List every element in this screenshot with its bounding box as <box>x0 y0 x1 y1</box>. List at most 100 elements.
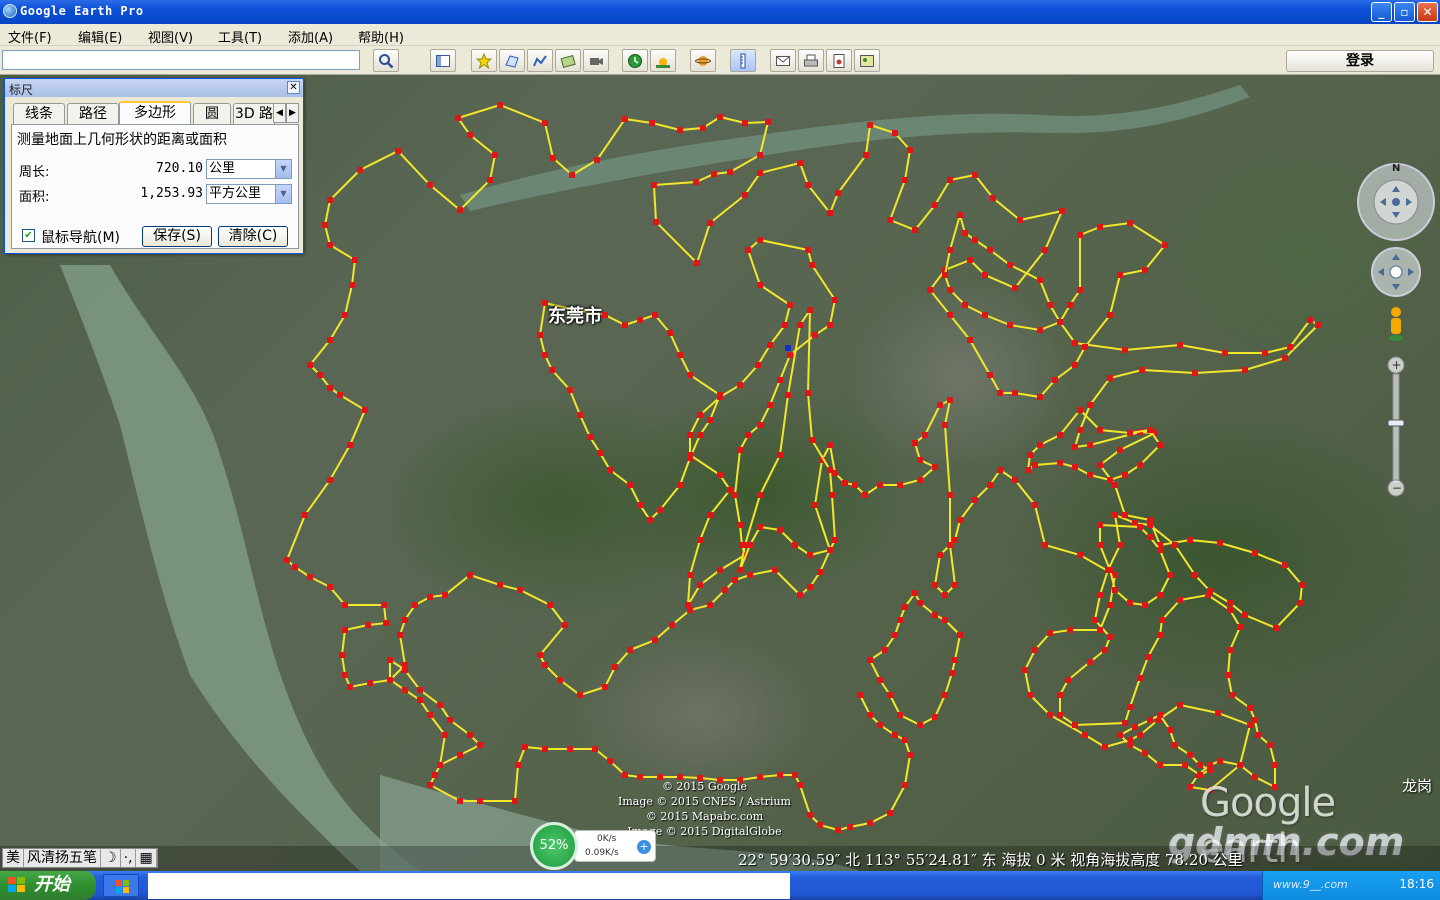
polygon-vertex[interactable] <box>327 242 333 248</box>
polygon-vertex[interactable] <box>694 260 700 266</box>
polygon-vertex[interactable] <box>700 125 706 131</box>
polygon-vertex[interactable] <box>1037 327 1043 333</box>
polygon-vertex[interactable] <box>522 744 528 750</box>
polygon-vertex[interactable] <box>594 157 600 163</box>
polygon-vertex[interactable] <box>877 722 883 728</box>
polygon-vertex[interactable] <box>982 312 988 318</box>
polygon-vertex[interactable] <box>902 177 908 183</box>
polygon-vertex[interactable] <box>722 587 728 593</box>
polygon-vertex[interactable] <box>1297 600 1303 606</box>
polygon-vertex[interactable] <box>887 217 893 223</box>
ruler-dialog-header[interactable]: 标尺 ✕ <box>5 79 303 97</box>
city-label-dongguan[interactable]: 东莞市 <box>548 302 602 328</box>
polygon-vertex[interactable] <box>1057 692 1063 698</box>
polygon-vertex[interactable] <box>797 782 803 788</box>
ime-lang[interactable]: 美 <box>3 849 24 867</box>
polygon-vertex[interactable] <box>669 622 675 628</box>
polygon-vertex[interactable] <box>1122 720 1128 726</box>
view-in-maps-button[interactable] <box>854 49 880 72</box>
polygon-vertex[interactable] <box>347 442 353 448</box>
polygon-vertex[interactable] <box>862 492 868 498</box>
polygon-vertex[interactable] <box>367 680 373 686</box>
ruler-close-button[interactable]: ✕ <box>287 81 300 94</box>
polygon-vertex[interactable] <box>412 602 418 608</box>
polygon-vertex[interactable] <box>797 322 803 328</box>
tab-scroll-left-icon[interactable]: ◀ <box>273 103 286 123</box>
tab-circle[interactable]: 圆 <box>193 103 231 124</box>
polygon-vertex[interactable] <box>677 482 683 488</box>
polygon-vertex[interactable] <box>1139 367 1145 373</box>
polygon-vertex[interactable] <box>347 684 353 690</box>
polygon-vertex[interactable] <box>1107 477 1113 483</box>
mouse-nav-label[interactable]: 鼠标导航(M) <box>41 227 120 247</box>
polygon-vertex[interactable] <box>1237 624 1243 630</box>
polygon-vertex[interactable] <box>652 312 658 318</box>
polygon-vertex[interactable] <box>717 472 723 478</box>
polygon-vertex[interactable] <box>637 502 643 508</box>
taskbar-app-google-earth[interactable] <box>103 874 139 897</box>
network-speed-widget[interactable]: 0K/s 0.09K/s + 52% <box>530 822 656 870</box>
polygon-vertex[interactable] <box>627 647 633 653</box>
polygon-vertex[interactable] <box>622 322 628 328</box>
polygon-vertex[interactable] <box>897 617 903 623</box>
move-joystick[interactable] <box>1371 247 1421 297</box>
polygon-vertex[interactable] <box>1187 537 1193 543</box>
polygon-vertex[interactable] <box>987 247 993 253</box>
polygon-vertex[interactable] <box>847 824 853 830</box>
polygon-vertex[interactable] <box>497 582 503 588</box>
polygon-vertex[interactable] <box>597 450 603 456</box>
polygon-vertex[interactable] <box>757 282 763 288</box>
polygon-vertex[interactable] <box>693 179 699 185</box>
polygon-vertex[interactable] <box>1142 267 1148 273</box>
polygon-vertex[interactable] <box>1087 472 1093 478</box>
tab-3d-path[interactable]: 3D 路 <box>233 103 275 124</box>
polygon-vertex[interactable] <box>302 512 308 518</box>
polygon-vertex[interactable] <box>1077 552 1083 558</box>
polygon-vertex[interactable] <box>1097 627 1103 633</box>
polygon-vertex[interactable] <box>947 312 953 318</box>
polygon-vertex[interactable] <box>557 677 563 683</box>
polygon-vertex[interactable] <box>1117 542 1123 548</box>
polygon-vertex[interactable] <box>962 230 968 236</box>
polygon-vertex[interactable] <box>1187 784 1193 790</box>
polygon-vertex[interactable] <box>1192 370 1198 376</box>
polygon-vertex[interactable] <box>932 202 938 208</box>
polygon-vertex[interactable] <box>567 387 573 393</box>
polygon-vertex[interactable] <box>1097 462 1103 468</box>
polygon-vertex[interactable] <box>327 385 333 391</box>
polygon-vertex[interactable] <box>1142 750 1148 756</box>
polygon-vertex[interactable] <box>492 152 498 158</box>
add-path-button[interactable] <box>527 49 553 72</box>
polygon-vertex[interactable] <box>827 442 833 448</box>
tab-path[interactable]: 路径 <box>67 103 119 124</box>
polygon-vertex[interactable] <box>757 524 763 530</box>
polygon-vertex[interactable] <box>697 432 703 438</box>
polygon-vertex[interactable] <box>1207 767 1213 773</box>
polygon-vertex[interactable] <box>1025 467 1031 473</box>
polygon-vertex[interactable] <box>757 422 763 428</box>
polygon-vertex[interactable] <box>677 352 683 358</box>
polygon-vertex[interactable] <box>677 127 683 133</box>
polygon-vertex[interactable] <box>997 467 1003 473</box>
polygon-vertex[interactable] <box>537 652 543 658</box>
polygon-vertex[interactable] <box>1082 732 1088 738</box>
polygon-vertex[interactable] <box>987 482 993 488</box>
polygon-vertex[interactable] <box>805 182 811 188</box>
polygon-vertex[interactable] <box>1242 612 1248 618</box>
polygon-vertex[interactable] <box>1059 208 1065 214</box>
menu-tools[interactable]: 工具(T) <box>218 27 262 46</box>
polygon-vertex[interactable] <box>567 746 573 752</box>
polygon-vertex[interactable] <box>1057 319 1063 325</box>
polygon-vertex[interactable] <box>857 692 863 698</box>
add-image-overlay-button[interactable] <box>555 49 581 72</box>
polygon-vertex[interactable] <box>657 507 663 513</box>
polygon-vertex[interactable] <box>467 572 473 578</box>
polygon-vertex[interactable] <box>1072 722 1078 728</box>
polygon-vertex[interactable] <box>717 567 723 573</box>
polygon-vertex[interactable] <box>892 130 898 136</box>
polygon-vertex[interactable] <box>1197 762 1203 768</box>
polygon-vertex[interactable] <box>307 362 313 368</box>
polygon-vertex[interactable] <box>932 464 938 470</box>
polygon-vertex[interactable] <box>1047 630 1053 636</box>
polygon-vertex[interactable] <box>1147 534 1153 540</box>
